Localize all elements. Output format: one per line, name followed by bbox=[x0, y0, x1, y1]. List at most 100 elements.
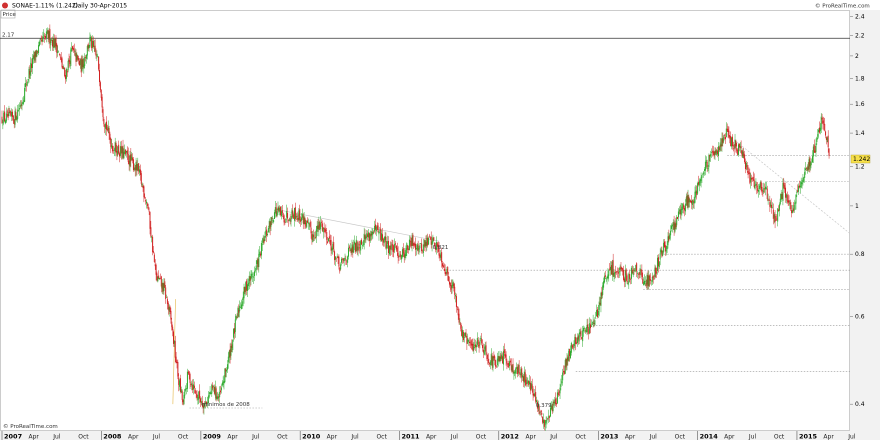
candle-body bbox=[166, 299, 168, 305]
candle-body bbox=[825, 131, 827, 136]
candle-body bbox=[463, 336, 465, 339]
candle-body bbox=[101, 96, 103, 108]
last-price-label: 1.242 bbox=[853, 156, 870, 163]
candle-body bbox=[324, 228, 326, 233]
candle-body bbox=[483, 350, 485, 355]
candle-body bbox=[280, 211, 282, 217]
candle-body bbox=[516, 367, 518, 375]
candle-body bbox=[579, 332, 581, 334]
x-tick-label: Jul bbox=[847, 434, 856, 440]
candle-body bbox=[164, 281, 166, 288]
candle-body bbox=[787, 200, 789, 203]
candle-body bbox=[569, 348, 571, 357]
candle-body bbox=[126, 150, 128, 155]
candle-body bbox=[226, 369, 228, 372]
candle-body bbox=[224, 368, 226, 383]
candle-body bbox=[762, 191, 764, 193]
candle-body bbox=[413, 244, 415, 245]
candle-body bbox=[769, 202, 771, 207]
candle-body bbox=[543, 419, 545, 424]
candle-body bbox=[293, 214, 295, 219]
candle-body bbox=[96, 55, 98, 57]
candle-body bbox=[334, 256, 336, 260]
candle-body bbox=[76, 54, 78, 60]
candle-body bbox=[405, 248, 407, 257]
x-tick-label: Jul bbox=[450, 434, 459, 440]
candle-body bbox=[46, 31, 48, 33]
candle-body bbox=[439, 255, 441, 258]
candle-body bbox=[706, 161, 708, 168]
candle-body bbox=[759, 182, 761, 187]
candle-body bbox=[721, 138, 723, 147]
x-tick-label: 2015 bbox=[799, 433, 818, 440]
candle-body bbox=[265, 230, 267, 235]
candle-body bbox=[743, 153, 745, 156]
candle-body bbox=[31, 63, 33, 69]
price-tab[interactable]: Price bbox=[0, 9, 17, 19]
candle-body bbox=[660, 249, 662, 253]
candle-body bbox=[617, 272, 619, 274]
candle-body bbox=[145, 200, 147, 202]
candle-body bbox=[393, 249, 395, 253]
candle-body bbox=[489, 361, 491, 366]
candle-body bbox=[567, 356, 569, 361]
candle-body bbox=[82, 58, 84, 68]
candle-body bbox=[649, 275, 651, 281]
candle-body bbox=[187, 372, 189, 374]
candle-body bbox=[785, 194, 787, 198]
candle-body bbox=[183, 394, 185, 405]
candle-body bbox=[573, 343, 575, 347]
candle-body bbox=[411, 236, 413, 246]
candle-body bbox=[299, 209, 301, 220]
candle-body bbox=[428, 237, 430, 245]
candle-body bbox=[468, 339, 470, 342]
candle-body bbox=[309, 221, 311, 227]
x-tick-label: 2014 bbox=[700, 433, 719, 440]
candle-body bbox=[347, 247, 349, 257]
candle-body bbox=[225, 369, 227, 372]
candle-body bbox=[94, 45, 96, 53]
candle-body bbox=[350, 249, 352, 254]
x-tick-label: Apr bbox=[526, 434, 537, 440]
candle-body bbox=[38, 41, 40, 46]
candle-body bbox=[211, 384, 213, 394]
candle-body bbox=[662, 253, 664, 256]
period-label: Daily bbox=[73, 3, 89, 10]
candle-body bbox=[321, 221, 323, 223]
candle-body bbox=[710, 154, 712, 157]
candle-body bbox=[553, 401, 555, 403]
candle-body bbox=[29, 70, 31, 75]
candle-body bbox=[818, 127, 820, 133]
candle-body bbox=[467, 339, 469, 343]
candle-body bbox=[333, 242, 335, 250]
candle-body bbox=[88, 45, 90, 49]
candle-body bbox=[636, 263, 638, 272]
candle-body bbox=[582, 330, 584, 342]
x-tick-label: Oct bbox=[675, 434, 686, 440]
candle-body bbox=[23, 100, 25, 103]
price-tab-label: Price bbox=[3, 12, 17, 18]
candle-body bbox=[263, 239, 265, 243]
candle-body bbox=[247, 284, 249, 291]
candle-body bbox=[778, 204, 780, 211]
candle-body bbox=[449, 282, 451, 286]
candle-body bbox=[419, 245, 421, 249]
candle-body bbox=[162, 282, 164, 292]
candle-body bbox=[428, 235, 430, 237]
candle-body bbox=[821, 117, 823, 120]
candle-body bbox=[14, 110, 16, 125]
candle-body bbox=[581, 336, 583, 340]
candle-body bbox=[621, 267, 623, 270]
y-tick-label: 1 bbox=[855, 203, 859, 210]
candle-body bbox=[37, 51, 39, 53]
candle-body bbox=[526, 382, 528, 384]
candle-body bbox=[303, 216, 305, 225]
candle-body bbox=[398, 255, 400, 257]
candle-body bbox=[231, 344, 233, 348]
candle-body bbox=[134, 167, 136, 171]
candle-body bbox=[685, 197, 687, 202]
candle-body bbox=[160, 276, 162, 287]
candle-body bbox=[528, 380, 530, 385]
candle-body bbox=[218, 396, 220, 398]
candle-body bbox=[50, 42, 52, 46]
